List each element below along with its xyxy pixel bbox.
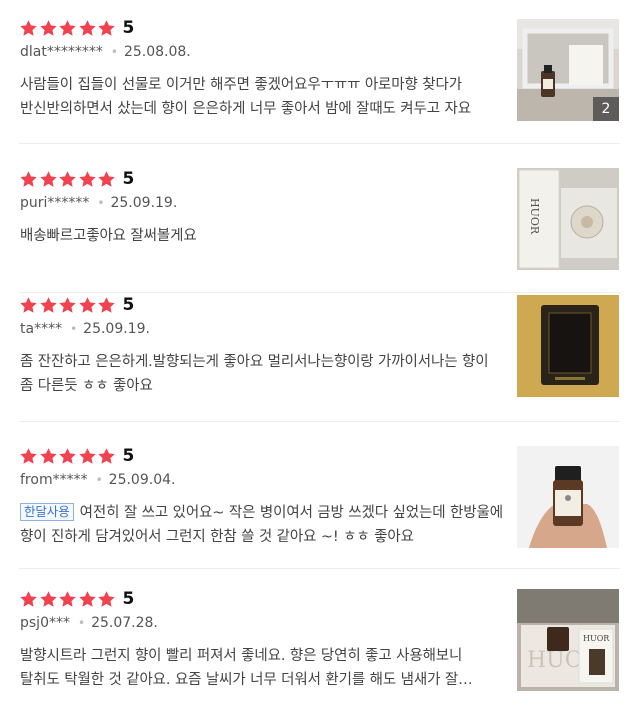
star-icon bbox=[78, 170, 97, 189]
box-and-bottle-photo-icon: HUO HUOR bbox=[517, 589, 619, 691]
star-icon bbox=[39, 447, 58, 466]
rating-score: 5 bbox=[122, 446, 135, 466]
review-text[interactable]: 사람들이 집들이 선물로 이거만 해주면 좋겠어요우ㅜㅠㅠ 아로마향 찾다가 반… bbox=[20, 73, 506, 121]
oil-bottle-photo-icon bbox=[517, 446, 619, 548]
image-count-badge: 2 bbox=[593, 97, 619, 121]
star-icon bbox=[97, 19, 116, 38]
reviewer-id: psj0*** bbox=[20, 615, 70, 631]
star-icon bbox=[58, 447, 77, 466]
divider bbox=[19, 568, 620, 569]
star-icon bbox=[78, 296, 97, 315]
review-list: 5 dlat******** • 25.08.08. 사람들이 집들이 선물로 이거… bbox=[0, 0, 640, 712]
review-text-content: 사람들이 집들이 선물로 이거만 해주면 좋겠어요우ㅜㅠㅠ 아로마향 찾다가 반… bbox=[20, 77, 472, 117]
review-meta: dlat******** • 25.08.08. bbox=[20, 43, 191, 61]
star-icon bbox=[39, 19, 58, 38]
rating-score: 5 bbox=[122, 169, 135, 189]
review-meta: puri****** • 25.09.19. bbox=[20, 194, 177, 212]
star-rating: 5 bbox=[19, 588, 134, 610]
separator-dot: • bbox=[97, 196, 105, 210]
star-rating: 5 bbox=[19, 445, 134, 467]
rating-score: 5 bbox=[122, 18, 135, 38]
review-thumbnail[interactable]: HUO HUOR bbox=[517, 589, 619, 691]
rating-score: 5 bbox=[122, 589, 135, 609]
star-icon bbox=[39, 590, 58, 609]
scent-sheet-photo-icon bbox=[517, 295, 619, 397]
divider bbox=[19, 292, 620, 293]
star-icon bbox=[97, 170, 116, 189]
star-icon bbox=[39, 296, 58, 315]
usage-badge: 한달사용 bbox=[20, 503, 74, 521]
star-icon bbox=[58, 590, 77, 609]
review-date: 25.08.08. bbox=[123, 44, 191, 60]
review-meta: psj0*** • 25.07.28. bbox=[20, 614, 158, 632]
review-text[interactable]: 배송빠르고좋아요 잘써볼게요 bbox=[20, 224, 506, 248]
review-text[interactable]: 좀 잔잔하고 은은하게.발향되는게 좋아요 멀리서나는향이랑 가까이서나는 향이… bbox=[20, 350, 506, 398]
star-icon bbox=[19, 296, 38, 315]
star-icon bbox=[58, 170, 77, 189]
star-icon bbox=[78, 447, 97, 466]
review-meta: ta**** • 25.09.19. bbox=[20, 320, 150, 338]
reviewer-id: from***** bbox=[20, 472, 88, 488]
review-text-content: 여전히 잘 쓰고 있어요~ 작은 병이여서 금방 쓰겠다 싶었는데 한방울에 향… bbox=[20, 505, 503, 545]
reviewer-id: puri****** bbox=[20, 195, 90, 211]
star-icon bbox=[78, 19, 97, 38]
review-date: 25.09.04. bbox=[108, 472, 176, 488]
review-text-content: 발향시트라 그런지 향이 빨리 퍼져서 좋네요. 향은 당연히 좋고 사용해보니… bbox=[20, 648, 463, 688]
star-icon bbox=[19, 447, 38, 466]
review-date: 25.07.28. bbox=[91, 615, 158, 631]
package-photo-icon: HUOR bbox=[517, 168, 619, 270]
svg-text:HUOR: HUOR bbox=[528, 198, 541, 235]
star-icon bbox=[97, 590, 116, 609]
star-icon bbox=[97, 296, 116, 315]
star-icon bbox=[19, 170, 38, 189]
separator-dot: • bbox=[77, 616, 86, 630]
svg-text:HUO: HUO bbox=[527, 648, 583, 673]
review-thumbnail[interactable] bbox=[517, 446, 619, 548]
reviewer-id: ta**** bbox=[20, 321, 63, 337]
divider bbox=[19, 143, 620, 144]
star-icon bbox=[58, 296, 77, 315]
review-thumbnail[interactable]: HUOR bbox=[517, 168, 619, 270]
review-meta: from***** • 25.09.04. bbox=[20, 471, 175, 489]
star-rating: 5 bbox=[19, 168, 134, 190]
star-icon bbox=[97, 447, 116, 466]
svg-text:HUOR: HUOR bbox=[583, 634, 610, 643]
reviewer-id: dlat******** bbox=[20, 44, 103, 60]
star-icon bbox=[58, 19, 77, 38]
star-icon bbox=[78, 590, 97, 609]
star-icon bbox=[19, 590, 38, 609]
review-text-content: 배송빠르고좋아요 잘써볼게요 bbox=[20, 228, 197, 244]
separator-dot: • bbox=[95, 473, 103, 487]
star-rating: 5 bbox=[19, 294, 134, 316]
divider bbox=[19, 421, 620, 422]
review-text[interactable]: 발향시트라 그런지 향이 빨리 퍼져서 좋네요. 향은 당연히 좋고 사용해보니… bbox=[20, 644, 506, 692]
review-date: 25.09.19. bbox=[83, 321, 150, 337]
review-date: 25.09.19. bbox=[110, 195, 178, 211]
review-text[interactable]: 한달사용 여전히 잘 쓰고 있어요~ 작은 병이여서 금방 쓰겠다 싶었는데 한방… bbox=[20, 501, 506, 549]
review-text-content: 좀 잔잔하고 은은하게.발향되는게 좋아요 멀리서나는향이랑 가까이서나는 향이… bbox=[20, 354, 489, 394]
separator-dot: • bbox=[70, 322, 78, 336]
star-icon bbox=[39, 170, 58, 189]
review-thumbnail[interactable] bbox=[517, 295, 619, 397]
star-icon bbox=[19, 19, 38, 38]
review-thumbnail[interactable]: 2 bbox=[517, 19, 619, 121]
star-rating: 5 bbox=[19, 17, 134, 39]
separator-dot: • bbox=[110, 45, 118, 59]
rating-score: 5 bbox=[122, 295, 135, 315]
